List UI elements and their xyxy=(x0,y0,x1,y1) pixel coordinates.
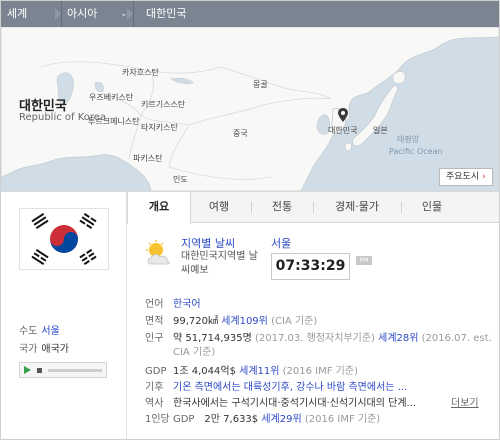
tab-label: 개요 xyxy=(148,200,170,213)
major-cities-button[interactable]: 주요도시 › xyxy=(439,168,493,186)
weather-subtitle: 대한민국지역별 날씨예보 xyxy=(181,251,258,276)
anthem-player xyxy=(19,362,107,378)
map-label-kazakhstan: 카자흐스탄 xyxy=(122,68,159,77)
map-label-india: 인도 xyxy=(173,175,188,184)
map-label-japan: 일본 xyxy=(373,126,388,135)
tab-label: 경제·물가 xyxy=(335,200,379,213)
major-cities-label: 주요도시 xyxy=(446,172,480,182)
fact-language: 언어 한국어 xyxy=(145,295,201,310)
fact-label: 1인당 GDP xyxy=(145,414,195,425)
fact-label: 면적 xyxy=(145,316,164,327)
fact-value[interactable]: 한국어 xyxy=(173,299,201,310)
clock-city[interactable]: 서울 xyxy=(271,235,291,251)
fact-label: 언어 xyxy=(145,299,164,310)
fact-climate: 기후 기온 측면에서는 대륙성기후, 강수나 바람 측면에서는 ... xyxy=(145,378,407,393)
fact-gdp: GDP 1조 4,044억$ 세계11위 (2016 IMF 기준) xyxy=(145,362,358,377)
region-map[interactable]: 카자흐스탄 몽골 우즈베키스탄 키르기스스탄 투르크메니스탄 타지키스탄 중국 … xyxy=(1,27,499,191)
ampm-badge: PM xyxy=(356,256,372,265)
fact-source: (2016.07. est. xyxy=(421,333,492,344)
fact-value[interactable]: 기온 측면에서는 대륙성기후, 강수나 바람 측면에서는 ... xyxy=(173,382,407,393)
tab-tradition[interactable]: 전통 xyxy=(253,192,311,223)
fact-value: 한국사에서는 구석기시대·중석기시대·신석기시대의 단계... xyxy=(173,398,417,409)
tab-economy[interactable]: 경제·물가 xyxy=(315,192,399,223)
fact-population-source: CIA 기준) xyxy=(173,347,216,358)
fact-label: 역사 xyxy=(145,398,164,409)
stop-icon[interactable] xyxy=(37,368,42,373)
map-label-uzbekistan: 우즈베키스탄 xyxy=(89,93,134,102)
fact-label: 인구 xyxy=(145,333,164,344)
local-time: 07:33:29 xyxy=(271,253,350,280)
fact-value: 2만 7,633$ xyxy=(204,414,259,425)
hokkaido xyxy=(392,71,406,85)
fact-source: (2017.03. 행정자치부기준) xyxy=(255,333,375,344)
tab-separator xyxy=(401,202,402,213)
regional-weather-link[interactable]: 지역별 날씨 xyxy=(181,235,235,251)
more-link[interactable]: 더보기 xyxy=(451,394,479,409)
capital-row: 수도 서울 xyxy=(19,322,60,337)
fact-value: 99,720㎢ xyxy=(173,316,218,327)
breadcrumb: 세계 아시아 ⌄ 대한민국 xyxy=(1,1,499,27)
tab-separator xyxy=(251,202,252,213)
map-pin-icon xyxy=(338,108,348,122)
fact-area: 면적 99,720㎢ 세계109위 (CIA 기준) xyxy=(145,312,317,327)
breadcrumb-korea[interactable]: 대한민국 xyxy=(133,1,253,27)
weather-sun-cloud-icon xyxy=(146,240,170,265)
anthem-label: 국가 xyxy=(19,344,38,355)
fact-source: (2016 IMF 기준) xyxy=(282,366,358,377)
map-label-pacific-ko: 태평양 xyxy=(397,135,420,144)
fact-population: 인구 약 51,714,935명 (2017.03. 행정자치부기준) 세계28위… xyxy=(145,329,492,344)
fact-history: 역사 한국사에서는 구석기시대·중석기시대·신석기시대의 단계... xyxy=(145,394,416,409)
tab-people[interactable]: 인물 xyxy=(403,192,461,223)
fact-label: GDP xyxy=(145,366,167,377)
fact-value: 1조 4,044억$ xyxy=(173,366,236,377)
tab-label: 여행 xyxy=(208,200,230,213)
map-label-pacific-en: Pacific Ocean xyxy=(389,147,443,156)
breadcrumb-label: 대한민국 xyxy=(146,7,187,20)
fact-gdp-per-capita: 1인당 GDP 2만 7,633$ 세계29위 (2016 IMF 기준) xyxy=(145,410,380,425)
breadcrumb-world[interactable]: 세계 xyxy=(7,1,59,27)
anthem-row: 국가 애국가 xyxy=(19,340,69,355)
tab-label: 인물 xyxy=(421,200,443,213)
map-label-china: 중국 xyxy=(233,129,248,138)
chevron-right-icon: › xyxy=(482,172,486,182)
fact-source: (2016 IMF 기준) xyxy=(304,414,381,425)
country-name-en: Republic of Korea xyxy=(19,112,107,123)
progress-track[interactable] xyxy=(48,369,102,372)
breadcrumb-label: 세계 xyxy=(7,7,28,20)
map-label-korea: 대한민국 xyxy=(328,126,358,135)
play-icon[interactable] xyxy=(24,366,31,374)
breadcrumb-asia[interactable]: 아시아 ⌄ xyxy=(61,1,131,27)
tab-separator xyxy=(313,202,314,213)
flag-image xyxy=(20,209,108,269)
map-label-tajikistan: 타지키스탄 xyxy=(141,123,178,132)
capital-label: 수도 xyxy=(19,326,38,337)
national-flag xyxy=(19,208,109,270)
fact-source: (CIA 기준) xyxy=(271,316,318,327)
map-label-kyrgyzstan: 키르기스스탄 xyxy=(141,100,186,109)
tab-label: 전통 xyxy=(271,200,293,213)
fact-rank[interactable]: 세계29위 xyxy=(261,414,301,425)
fact-label: 기후 xyxy=(145,382,164,393)
tab-overview[interactable]: 개요 xyxy=(127,192,191,224)
map-label-pakistan: 파키스탄 xyxy=(133,154,163,163)
kyushu xyxy=(344,142,352,152)
anthem-name: 애국가 xyxy=(41,344,70,355)
map-label-mongolia: 몽골 xyxy=(253,80,268,89)
breadcrumb-label: 아시아 xyxy=(67,7,98,20)
info-tabs: 개요 여행 전통 경제·물가 인물 xyxy=(127,192,499,224)
fact-rank[interactable]: 세계28위 xyxy=(378,333,418,344)
fact-rank[interactable]: 세계109위 xyxy=(221,316,268,327)
country-summary-panel xyxy=(1,192,127,439)
map-svg xyxy=(1,27,499,191)
tab-travel[interactable]: 여행 xyxy=(189,192,249,223)
fact-rank[interactable]: 세계11위 xyxy=(239,366,279,377)
capital-link[interactable]: 서울 xyxy=(41,326,59,337)
